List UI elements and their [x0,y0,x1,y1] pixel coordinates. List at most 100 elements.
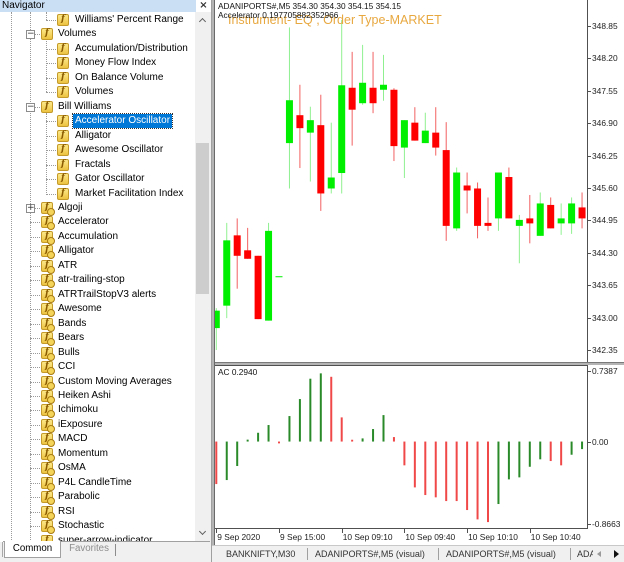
custom-indicator-icon [41,361,55,376]
scroll-up-icon[interactable] [198,17,207,26]
ac-bar [560,441,563,466]
tree-item[interactable]: Awesome [0,302,195,318]
indicator-icon [57,57,69,70]
chart-tab-adaniports-visual-2[interactable]: ADANIPORTS#,M5 (visual) [446,546,556,562]
tree-item[interactable]: Awesome Oscillator [0,143,195,157]
tree-item[interactable]: Alligator [0,129,195,143]
tree-folder-bill-williams[interactable]: − Bill Williams [0,100,195,114]
tree-item[interactable]: Fractals [0,158,195,172]
tree-item[interactable]: Ichimoku [0,403,195,419]
tab-common[interactable]: Common [4,541,61,558]
expand-icon[interactable]: + [26,203,35,213]
ac-bar [455,441,458,502]
tree-item[interactable]: Accumulation/Distribution [0,42,195,56]
candle-body [390,89,398,147]
custom-indicator-icon [41,505,55,520]
tree-connector [30,323,40,325]
tree-item[interactable]: Money Flow Index [0,56,195,70]
tree-item[interactable]: Bands [0,317,195,332]
price-tick-mark [588,220,591,222]
ac-bar [309,378,312,442]
navigator-tree: Williams' Percent Range − Volumes Accumul… [0,12,195,542]
ac-indicator-panel[interactable]: AC 0.2940 [215,365,588,529]
tree-item[interactable]: Volumes [0,85,195,99]
candle-body [317,125,325,194]
scroll-down-icon[interactable] [198,527,207,536]
tree-item[interactable]: Bears [0,331,195,347]
tree-connector [46,48,56,50]
tab-separator [438,548,439,560]
tree-connector [46,150,56,152]
ac-bar [497,441,500,505]
tree-connector [30,526,40,528]
tree-item[interactable]: Momentum [0,447,195,462]
custom-indicator-icon [41,259,55,274]
tree-item[interactable]: MACD [0,432,195,448]
chart-tab-truncated[interactable]: ADA [577,546,593,562]
ac-tick-label: 0.00 [592,436,609,447]
tree-folder-volumes[interactable]: − Volumes [0,27,195,41]
tree-item[interactable]: ATR [0,259,195,274]
tree-connector [35,34,40,36]
tree-folder-algoji[interactable]: + Algoji [0,201,195,216]
tree-item[interactable]: Accelerator [0,215,195,231]
time-tick-label: 9 Sep 15:00 [280,532,326,542]
tree-connector [46,92,56,94]
tree-item[interactable]: CCI [0,360,195,376]
price-tick-label: 344.95 [592,215,618,226]
candle-body [494,172,502,219]
tree-item[interactable]: Market Facilitation Index [0,187,195,201]
tree-item[interactable]: Stochastic [0,519,195,535]
scroll-left-icon[interactable] [597,551,601,557]
indicator-icon [57,187,69,200]
ac-bar [413,441,416,488]
ac-axis[interactable]: 0.7387 0.00 -0.8663 [588,365,624,529]
tree-item-selected[interactable]: Accelerator Oscillator [0,113,195,130]
tree-item[interactable]: Heiken Ashi [0,389,195,404]
tree-item[interactable]: Bulls [0,346,195,361]
tree-item[interactable]: ATRTrailStopV3 alerts [0,288,195,303]
candle-body [400,120,408,148]
time-tick-label: 10 Sep 09:40 [405,532,456,542]
tree-item[interactable]: On Balance Volume [0,71,195,85]
scrollbar-thumb[interactable] [196,143,209,294]
tree-item[interactable]: iExposure [0,418,195,433]
tree-item[interactable]: Williams' Percent Range [0,13,195,27]
tree-item[interactable]: P4L CandleTime [0,476,195,491]
tree-item[interactable]: Gator Oscillator [0,172,195,186]
ac-bar [403,441,406,466]
tree-item[interactable]: RSI [0,505,195,520]
ac-bar [549,441,552,462]
ac-indicator-label: AC 0.2940 [218,367,258,377]
chart-tab-adaniports-visual[interactable]: ADANIPORTS#,M5 (visual) [315,546,425,562]
chart-tab-banknifty-m30[interactable]: BANKNIFTY,M30 [226,546,295,562]
tab-favorites[interactable]: Favorites [65,541,113,558]
tree-connector [46,121,56,123]
collapse-icon[interactable]: − [26,102,35,112]
ac-bar [340,417,343,442]
navigator-panel: Navigator × Williams' Percent Range − Vol… [0,0,212,562]
scroll-right-icon[interactable] [614,550,619,558]
custom-indicator-icon [41,433,55,448]
tree-connector [46,164,56,166]
navigator-scrollbar[interactable] [195,12,210,542]
tree-item[interactable]: OsMA [0,461,195,477]
close-icon[interactable]: × [196,0,211,12]
price-tick-label: 345.60 [592,182,618,193]
tree-item-label: ATRTrailStopV3 alerts [58,288,157,300]
collapse-icon[interactable]: − [26,30,35,40]
tree-item[interactable]: atr-trailing-stop [0,273,195,289]
price-axis[interactable]: 348.85 348.20 347.55 346.90 346.25 345.60 344.… [588,0,624,362]
candle-body [453,172,461,229]
tree-item[interactable]: Accumulation [0,230,195,245]
tree-item[interactable]: Parabolic [0,490,195,506]
candle-body [380,84,387,90]
price-chart-panel[interactable]: ADANIPORTS#,M5 354.30 354.30 354.15 354.… [215,0,588,362]
tree-connector [30,468,40,470]
tree-item-label: Accelerator [58,216,109,228]
tree-item[interactable]: Alligator [0,244,195,260]
tree-connector [30,338,40,340]
candle-body [285,100,293,144]
ac-tick-mark [588,441,591,443]
tree-item[interactable]: Custom Moving Averages [0,375,195,390]
